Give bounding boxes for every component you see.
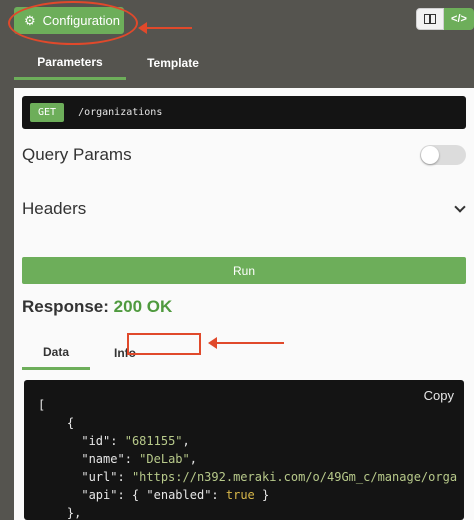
tab-data[interactable]: Data [22,336,90,370]
code-key: "name" [81,452,125,466]
code-value: "DeLab" [139,452,190,466]
code-key: "api" [81,488,118,502]
run-button[interactable]: Run [22,257,466,284]
code-icon: </> [451,13,467,25]
headers-row[interactable]: Headers [22,197,466,221]
code-id-value: "681155" [124,434,183,448]
code-value: "https://n392.meraki.com/o/49Gm_c/manage… [131,470,458,484]
top-bar: ⚙ Configuration </> Parameters Template [0,0,474,80]
query-params-toggle[interactable] [420,145,466,165]
tab-template[interactable]: Template [126,46,220,80]
response-status-text: OK [146,297,173,316]
code-line: }, [66,506,82,520]
layout-view-button[interactable] [416,8,444,30]
request-bar: GET /organizations [22,96,466,129]
code-line: { [66,416,75,430]
view-toggle: </> [416,8,474,30]
configuration-button[interactable]: ⚙ Configuration [14,7,124,34]
code-key: "url" [81,470,118,484]
main-tabs: Parameters Template [0,46,474,80]
code-line: [ [38,398,46,412]
tab-parameters[interactable]: Parameters [14,46,126,80]
configuration-label: Configuration [42,13,120,28]
request-path: /organizations [78,107,163,118]
code-key: "id" [81,434,111,448]
gear-icon: ⚙ [24,13,36,28]
code-key: "enabled" [146,488,212,502]
annotation-arrow-left-icon [208,337,284,349]
json-output: [ { "id": "681155", "name": "DeLab", "ur… [38,398,458,520]
layout-icon [424,14,436,24]
response-code: 200 [113,297,143,316]
method-badge: GET [30,103,65,122]
toggle-knob [421,146,439,164]
tab-info[interactable]: Info [92,336,158,370]
response-label: Response: [22,297,109,316]
query-params-label: Query Params [22,145,132,164]
response-code-block[interactable]: Copy [ { "id": "681155", "name": "DeLab"… [24,380,464,520]
chevron-down-icon[interactable] [454,201,466,213]
query-params-row: Query Params [22,144,466,166]
code-view-button[interactable]: </> [444,8,474,30]
annotation-arrow-left-icon [138,22,192,34]
code-value: true [225,488,255,502]
parameters-panel: GET /organizations Query Params Headers … [14,88,474,520]
response-status: Response: 200 OK [22,297,172,317]
headers-label: Headers [22,199,87,218]
